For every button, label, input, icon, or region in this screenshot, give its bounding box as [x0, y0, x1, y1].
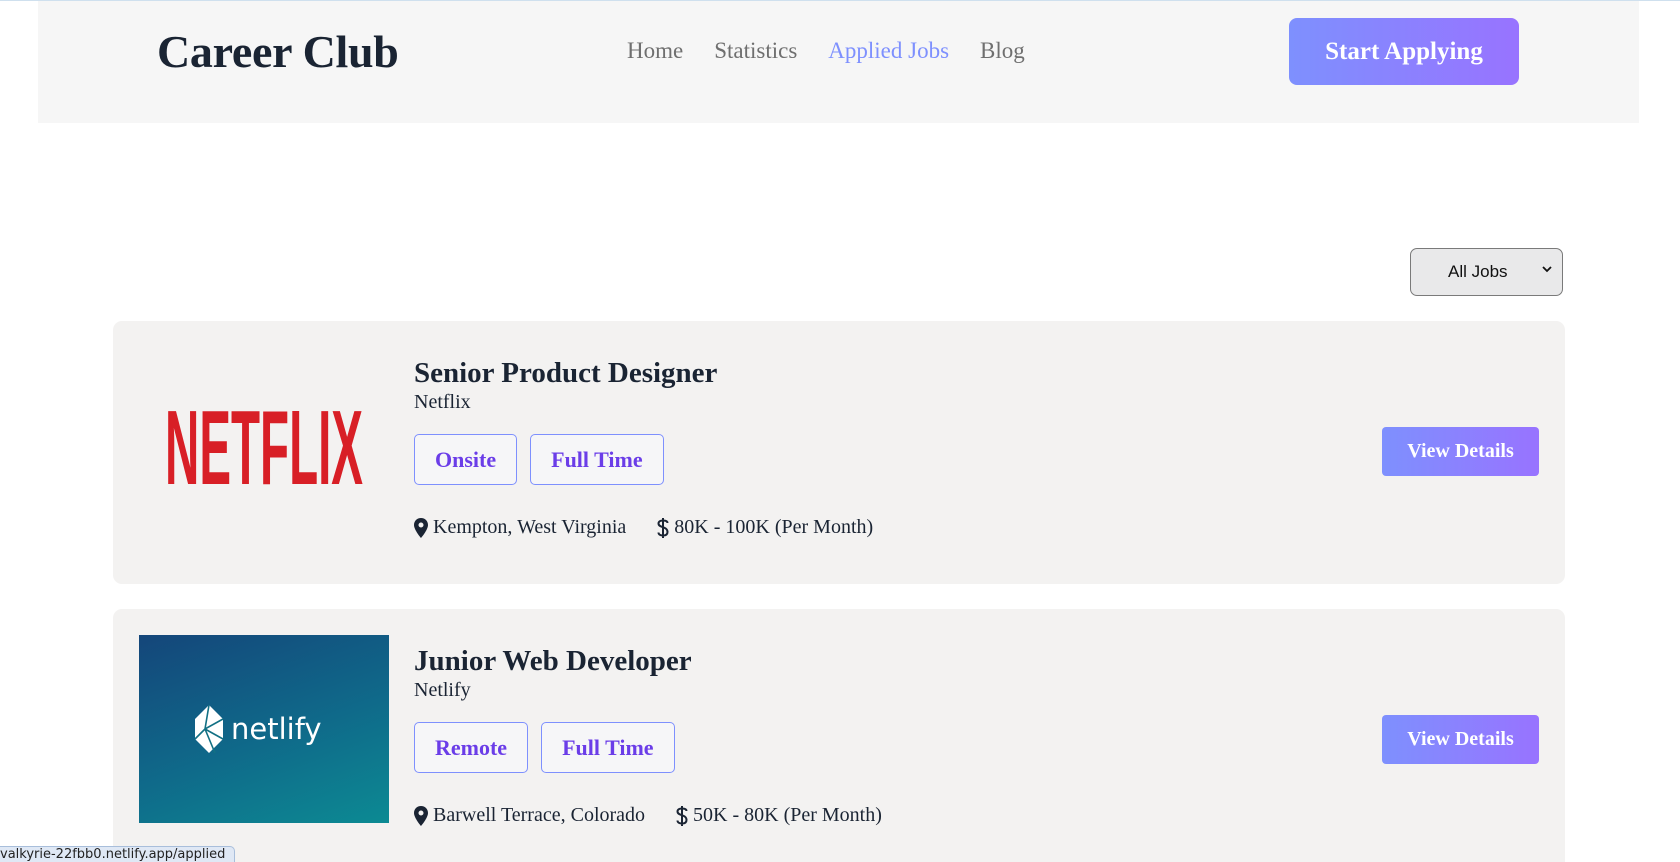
job-location: Kempton, West Virginia — [433, 516, 627, 538]
site-header: Career Club Home Statistics Applied Jobs… — [38, 1, 1639, 123]
job-filter-value: All Jobs — [1448, 262, 1508, 281]
location-pin-icon — [414, 805, 428, 826]
job-card: NETFLIX Senior Product Designer Netflix … — [113, 321, 1565, 584]
location-pin-icon — [414, 517, 428, 538]
status-bar-url: valkyrie-22fbb0.netlify.app/applied — [0, 846, 236, 862]
company-logo-netflix: NETFLIX — [139, 347, 389, 535]
job-card: netlify Junior Web Developer Netlify Rem… — [113, 609, 1565, 862]
netlify-logo-icon: netlify — [194, 704, 322, 754]
job-salary: 80K - 100K (Per Month) — [674, 516, 874, 538]
dollar-icon — [676, 805, 688, 826]
brand-logo[interactable]: Career Club — [157, 25, 399, 78]
nav-blog[interactable]: Blog — [980, 38, 1025, 64]
nav-statistics[interactable]: Statistics — [714, 38, 797, 64]
tag-work-mode: Remote — [414, 722, 529, 773]
job-meta: Barwell Terrace, Colorado 50K - 80K (Per… — [414, 804, 882, 827]
company-name: Netflix — [414, 391, 471, 413]
tag-job-type: Full Time — [541, 722, 675, 773]
job-meta: Kempton, West Virginia 80K - 100K (Per M… — [414, 516, 873, 539]
job-title: Senior Product Designer — [414, 357, 718, 389]
main-nav: Home Statistics Applied Jobs Blog — [627, 38, 1056, 64]
tag-work-mode: Onsite — [414, 434, 518, 485]
nav-home[interactable]: Home — [627, 38, 683, 64]
company-name: Netlify — [414, 679, 471, 701]
company-logo-netlify: netlify — [139, 635, 389, 823]
netlify-wordmark: netlify — [231, 712, 322, 746]
netflix-wordmark: NETFLIX — [165, 389, 363, 496]
view-details-button[interactable]: View Details — [1382, 427, 1539, 476]
job-tags: Onsite Full Time — [414, 434, 664, 485]
netflix-logo-icon: NETFLIX — [165, 389, 363, 496]
start-applying-button[interactable]: Start Applying — [1289, 18, 1519, 85]
view-details-button[interactable]: View Details — [1382, 715, 1539, 764]
job-location: Barwell Terrace, Colorado — [433, 804, 646, 826]
chevron-down-icon — [1542, 266, 1552, 273]
job-tags: Remote Full Time — [414, 722, 675, 773]
job-title: Junior Web Developer — [414, 645, 692, 677]
dollar-icon — [657, 517, 669, 538]
tag-job-type: Full Time — [530, 434, 664, 485]
job-filter-select[interactable]: All Jobs — [1410, 248, 1563, 296]
job-salary: 50K - 80K (Per Month) — [693, 804, 882, 826]
nav-applied-jobs[interactable]: Applied Jobs — [828, 38, 949, 64]
